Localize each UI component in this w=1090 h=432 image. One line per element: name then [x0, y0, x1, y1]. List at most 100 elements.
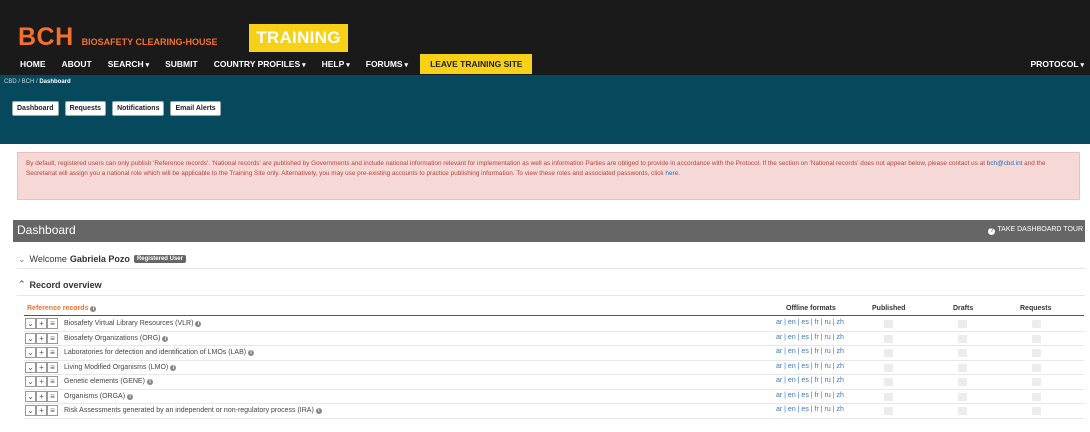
table-row: ⌄ + ≡ Organisms (ORGA) i ar | en | es | fr …: [24, 390, 1084, 404]
list-icon[interactable]: ≡: [47, 332, 58, 344]
table-header-rule: [24, 315, 1084, 316]
chevron-down-icon[interactable]: ⌄: [18, 254, 26, 265]
col-offline-formats: Offline formats: [786, 305, 836, 312]
col-drafts: Drafts: [953, 305, 974, 312]
offline-format-links[interactable]: ar | en | es | fr | ru | zh: [776, 334, 844, 341]
site-logo[interactable]: BCH BIOSAFETY CLEARING-HOUSE: [18, 20, 218, 50]
requests-count[interactable]: [1032, 392, 1041, 401]
nav-protocol[interactable]: PROTOCOL: [1031, 54, 1084, 74]
expand-icon[interactable]: ⌄: [25, 347, 36, 358]
dashboard-header: Dashboard ? TAKE DASHBOARD TOUR: [13, 220, 1085, 242]
published-count[interactable]: [884, 334, 893, 343]
list-icon[interactable]: ≡: [47, 405, 58, 416]
published-count[interactable]: [884, 349, 893, 357]
record-type-label: Genetic elements (GENE): [64, 378, 145, 385]
add-icon[interactable]: +: [36, 332, 47, 344]
record-type-label: Risk Assessments generated by an indepen…: [64, 407, 314, 414]
expand-icon[interactable]: ⌄: [25, 361, 36, 373]
record-type-title: Living Modified Organisms (LMO) i: [64, 363, 177, 371]
tab-dashboard[interactable]: Dashboard: [12, 101, 59, 116]
logo-subtitle[interactable]: BIOSAFETY CLEARING-HOUSE: [82, 37, 218, 47]
nav-country-profiles[interactable]: COUNTRY PROFILES: [206, 54, 314, 74]
drafts-count[interactable]: [958, 392, 967, 401]
logo-text[interactable]: BCH: [18, 25, 74, 50]
offline-format-links[interactable]: ar | en | es | fr | ru | zh: [776, 363, 844, 370]
info-icon[interactable]: i: [170, 364, 177, 371]
info-icon[interactable]: i: [127, 393, 134, 400]
info-icon[interactable]: i: [248, 350, 255, 356]
dashboard-toolbar: CBD / BCH / Dashboard Dashboard Requests…: [0, 75, 1090, 144]
drafts-count[interactable]: [958, 378, 967, 386]
published-count[interactable]: [884, 407, 893, 415]
list-icon[interactable]: ≡: [47, 390, 58, 402]
add-icon[interactable]: +: [36, 376, 47, 387]
drafts-count[interactable]: [958, 334, 967, 343]
expand-icon[interactable]: ⌄: [25, 405, 36, 416]
user-role-badge: Registered User: [133, 255, 186, 263]
published-count[interactable]: [884, 320, 893, 328]
tour-label[interactable]: TAKE DASHBOARD TOUR: [997, 226, 1083, 233]
leave-training-button[interactable]: LEAVE TRAINING SITE: [420, 54, 533, 74]
drafts-count[interactable]: [958, 349, 967, 357]
add-icon[interactable]: +: [36, 390, 47, 402]
tab-email-alerts[interactable]: Email Alerts: [170, 101, 221, 116]
record-type-title: Biosafety Virtual Library Resources (VLR…: [64, 320, 202, 327]
info-icon[interactable]: i: [90, 306, 97, 312]
dashboard-tour-link[interactable]: ? TAKE DASHBOARD TOUR: [988, 226, 1083, 235]
record-type-label: Biosafety Virtual Library Resources (VLR…: [64, 320, 194, 327]
info-icon[interactable]: i: [162, 335, 169, 342]
nav-forums[interactable]: FORUMS: [358, 54, 416, 74]
add-icon[interactable]: +: [36, 347, 47, 358]
offline-format-links[interactable]: ar | en | es | fr | ru | zh: [776, 406, 844, 413]
add-icon[interactable]: +: [36, 361, 47, 373]
question-icon: ?: [988, 228, 996, 235]
chevron-up-icon[interactable]: ⌃: [18, 279, 26, 290]
record-type-label: Living Modified Organisms (LMO): [64, 363, 169, 371]
drafts-count[interactable]: [958, 320, 967, 328]
info-icon[interactable]: i: [315, 408, 322, 414]
offline-format-links[interactable]: ar | en | es | fr | ru | zh: [776, 319, 844, 326]
record-type-label: Biosafety Organizations (ORG): [64, 334, 161, 342]
add-icon[interactable]: +: [36, 318, 47, 329]
published-count[interactable]: [884, 363, 893, 372]
requests-count[interactable]: [1032, 320, 1041, 328]
expand-icon[interactable]: ⌄: [25, 376, 36, 387]
tab-notifications[interactable]: Notifications: [112, 101, 165, 116]
welcome-row[interactable]: ⌄ Welcome Gabriela Pozo Registered User: [18, 251, 186, 267]
nav-help[interactable]: HELP: [314, 54, 358, 74]
nav-about[interactable]: ABOUT: [54, 54, 100, 74]
add-icon[interactable]: +: [36, 405, 47, 416]
info-icon[interactable]: i: [146, 379, 153, 385]
records-table: ⌄ + ≡ Biosafety Virtual Library Resources …: [24, 317, 1084, 419]
requests-count[interactable]: [1032, 407, 1041, 415]
list-icon[interactable]: ≡: [47, 347, 58, 358]
expand-icon[interactable]: ⌄: [25, 318, 36, 329]
published-count[interactable]: [884, 392, 893, 401]
requests-count[interactable]: [1032, 363, 1041, 372]
nav-submit[interactable]: SUBMIT: [157, 54, 206, 74]
requests-count[interactable]: [1032, 349, 1041, 357]
nav-home[interactable]: HOME: [12, 54, 54, 74]
drafts-count[interactable]: [958, 407, 967, 415]
tab-requests[interactable]: Requests: [64, 101, 107, 116]
list-icon[interactable]: ≡: [47, 318, 58, 329]
expand-icon[interactable]: ⌄: [25, 390, 36, 402]
list-icon[interactable]: ≡: [47, 361, 58, 373]
contact-email-link[interactable]: bch@cbd.int: [987, 160, 1023, 167]
record-overview-toggle[interactable]: ⌃ Record overview: [18, 279, 102, 290]
table-row: ⌄ + ≡ Biosafety Virtual Library Resources …: [24, 317, 1084, 332]
requests-count[interactable]: [1032, 378, 1041, 386]
offline-format-links[interactable]: ar | en | es | fr | ru | zh: [776, 377, 844, 384]
nav-search[interactable]: SEARCH: [100, 54, 157, 74]
list-icon[interactable]: ≡: [47, 376, 58, 387]
published-count[interactable]: [884, 378, 893, 386]
roles-link[interactable]: here: [665, 170, 678, 177]
breadcrumb-path[interactable]: CBD / BCH /: [4, 79, 39, 85]
drafts-count[interactable]: [958, 363, 967, 372]
offline-format-links[interactable]: ar | en | es | fr | ru | zh: [776, 348, 844, 355]
requests-count[interactable]: [1032, 334, 1041, 343]
dashboard-title: Dashboard: [17, 223, 76, 237]
expand-icon[interactable]: ⌄: [25, 332, 36, 344]
offline-format-links[interactable]: ar | en | es | fr | ru | zh: [776, 392, 844, 399]
info-icon[interactable]: i: [195, 321, 202, 327]
